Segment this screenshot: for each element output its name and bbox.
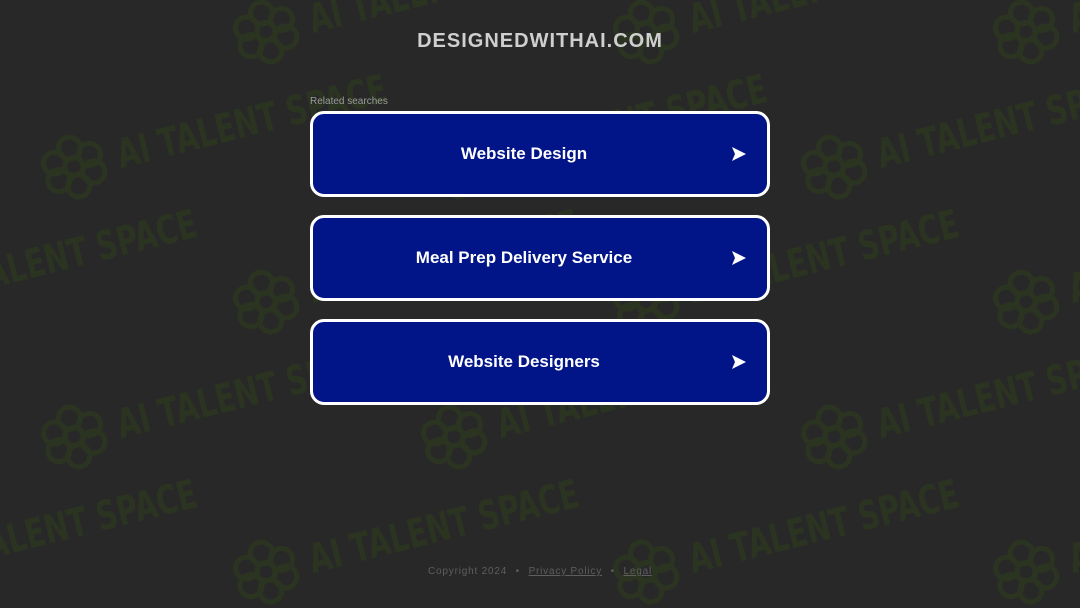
search-button-meal-prep-delivery-service[interactable]: Meal Prep Delivery Service — [310, 215, 770, 301]
watermark-item: AI TALENT SPACE — [984, 434, 1080, 608]
arrow-right-icon — [732, 147, 746, 161]
watermark-item: AI TALENT SPACE — [224, 434, 692, 608]
arrow-right-icon — [732, 251, 746, 265]
watermark-text: AI TALENT SPACE — [872, 66, 1080, 178]
watermark-text: AI TALENT SPACE — [1064, 201, 1080, 313]
brain-icon — [801, 404, 868, 470]
related-searches: Related searches Website Design Meal Pre… — [310, 96, 770, 423]
watermark-text: AI TALENT SPACE — [0, 201, 202, 313]
arrow-right-icon — [732, 355, 746, 369]
brain-icon — [993, 269, 1060, 335]
related-searches-label: Related searches — [310, 96, 388, 107]
watermark-text: AI TALENT SPACE — [872, 336, 1080, 448]
watermark-item: AI TALENT SPACE — [604, 434, 1072, 608]
search-button-label: Website Designers — [448, 352, 600, 371]
legal-link[interactable]: Legal — [624, 566, 652, 577]
watermark-item: AI TALENT SPACE — [792, 29, 1080, 209]
footer-separator: • — [610, 566, 615, 577]
site-title: DESIGNEDWITHAI.COM — [417, 30, 663, 52]
watermark-item: AI TALENT SPACE — [0, 164, 309, 344]
watermark-item: AI TALENT SPACE — [0, 434, 309, 608]
search-button-website-design[interactable]: Website Design — [310, 111, 770, 197]
related-searches-list: Website Design Meal Prep Delivery Servic… — [310, 111, 770, 405]
privacy-policy-link[interactable]: Privacy Policy — [529, 566, 602, 577]
page: AI TALENT SPACEAI TALENT SPACEAI TALENT … — [0, 0, 1080, 608]
list-item: Meal Prep Delivery Service — [310, 215, 770, 301]
copyright-text: Copyright 2024 — [428, 566, 508, 577]
search-button-label: Meal Prep Delivery Service — [415, 248, 633, 267]
brain-icon — [801, 134, 868, 200]
brain-icon — [41, 404, 108, 470]
search-button-website-designers[interactable]: Website Designers — [310, 319, 770, 405]
brain-icon — [233, 269, 300, 335]
footer-separator: • — [515, 566, 520, 577]
watermark-item: AI TALENT SPACE — [984, 164, 1080, 344]
watermark-item: AI TALENT SPACE — [792, 299, 1080, 479]
brain-icon — [41, 134, 108, 200]
list-item: Website Design — [310, 111, 770, 197]
list-item: Website Designers — [310, 319, 770, 405]
search-button-label: Website Design — [460, 144, 588, 163]
footer: Copyright 2024 • Privacy Policy • Legal — [0, 566, 1080, 577]
